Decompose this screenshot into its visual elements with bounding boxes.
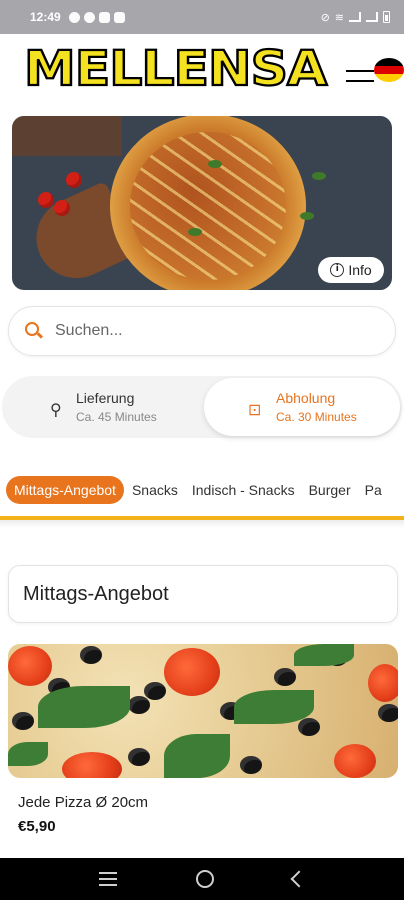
brand-logo[interactable]: MELLENSA — [23, 41, 329, 98]
category-shadow — [0, 520, 404, 528]
basil-decor — [234, 690, 314, 724]
olive-decor — [128, 748, 150, 766]
product-image[interactable] — [8, 644, 398, 778]
section-title-card: Mittags-Angebot — [8, 565, 398, 623]
herb-decor — [312, 172, 326, 180]
olive-decor — [274, 668, 296, 686]
logo-speed-lines — [346, 70, 374, 82]
hero-wood-decor — [12, 116, 122, 156]
notification-icon — [83, 11, 95, 23]
basil-decor — [164, 734, 230, 778]
mute-icon: ⊘ — [320, 11, 330, 24]
pickup-option[interactable]: ⊡ Abholung Ca. 30 Minutes — [204, 378, 400, 436]
status-bar: 12:49 ⊘ ≋ — [0, 0, 404, 34]
tomato-decor — [164, 648, 220, 696]
status-icons-right: ⊘ ≋ — [321, 11, 390, 24]
tomato-decor — [66, 172, 82, 188]
product-name[interactable]: Jede Pizza Ø 20cm — [18, 794, 148, 811]
tab-snacks[interactable]: Snacks — [132, 482, 178, 498]
system-nav-bar — [0, 858, 404, 900]
search-icon — [25, 322, 44, 340]
tomato-decor — [368, 664, 398, 702]
olive-decor — [378, 704, 398, 722]
status-icons-left — [68, 11, 125, 23]
olive-decor — [80, 646, 102, 664]
battery-icon — [383, 11, 390, 23]
info-button[interactable]: i Info — [318, 257, 384, 283]
bike-icon: ⚲ — [50, 400, 62, 419]
mail-icon — [113, 11, 125, 23]
tomato-decor — [54, 200, 70, 216]
basil-decor — [8, 742, 48, 766]
section-title: Mittags-Angebot — [23, 582, 169, 605]
tab-more[interactable]: Pa — [365, 482, 382, 498]
tomato-decor — [8, 646, 52, 686]
delivery-option-title: Lieferung — [76, 390, 135, 406]
status-time: 12:49 — [30, 10, 61, 24]
mail-icon — [98, 11, 110, 23]
delivery-mode-toggle: ⚲ Lieferung Ca. 45 Minutes ⊡ Abholung Ca… — [2, 376, 402, 438]
tomato-decor — [334, 744, 376, 778]
product-price: €5,90 — [18, 818, 56, 835]
search-icon-handle — [36, 332, 44, 339]
delivery-option-subtitle: Ca. 45 Minutes — [76, 410, 157, 424]
herb-decor — [300, 212, 314, 220]
olive-decor — [240, 756, 262, 774]
herb-decor — [208, 160, 222, 168]
back-icon[interactable] — [290, 870, 308, 888]
germany-flag-icon — [374, 58, 404, 82]
signal-icon — [349, 12, 361, 22]
pickup-option-subtitle: Ca. 30 Minutes — [276, 410, 357, 424]
olive-decor — [128, 696, 150, 714]
tab-burger[interactable]: Burger — [309, 482, 351, 498]
delivery-option-text: Lieferung Ca. 45 Minutes — [76, 390, 157, 424]
delivery-option[interactable]: ⚲ Lieferung Ca. 45 Minutes — [4, 378, 200, 436]
olive-decor — [298, 718, 320, 736]
olive-decor — [12, 712, 34, 730]
tab-mittags-angebot[interactable]: Mittags-Angebot — [6, 476, 124, 504]
flag-stripe — [374, 66, 404, 74]
pickup-option-text: Abholung Ca. 30 Minutes — [276, 390, 357, 424]
hero-pizza-topping — [130, 132, 286, 280]
category-tabs: Mittags-Angebot Snacks Indisch - Snacks … — [0, 474, 404, 506]
basil-decor — [294, 644, 354, 666]
app-screen: 12:49 ⊘ ≋ MELLENSA i Info Suchen... ⚲ Li… — [0, 0, 404, 900]
home-icon[interactable] — [195, 870, 214, 888]
herb-decor — [188, 228, 202, 236]
brand-header: MELLENSA — [0, 34, 404, 110]
basil-decor — [38, 686, 130, 728]
signal-icon — [366, 12, 378, 22]
tab-indisch-snacks[interactable]: Indisch - Snacks — [192, 482, 295, 498]
notification-icon — [68, 11, 80, 23]
search-bar[interactable] — [8, 306, 396, 356]
tomato-decor — [62, 752, 122, 778]
search-input[interactable] — [55, 322, 355, 340]
bag-icon: ⊡ — [248, 400, 262, 419]
tomato-decor — [38, 192, 54, 208]
info-label: Info — [348, 262, 372, 278]
info-icon: i — [330, 263, 345, 277]
wifi-icon: ≋ — [334, 11, 344, 24]
olive-decor — [144, 682, 166, 700]
recents-icon[interactable] — [99, 872, 118, 886]
pickup-option-title: Abholung — [276, 390, 336, 406]
